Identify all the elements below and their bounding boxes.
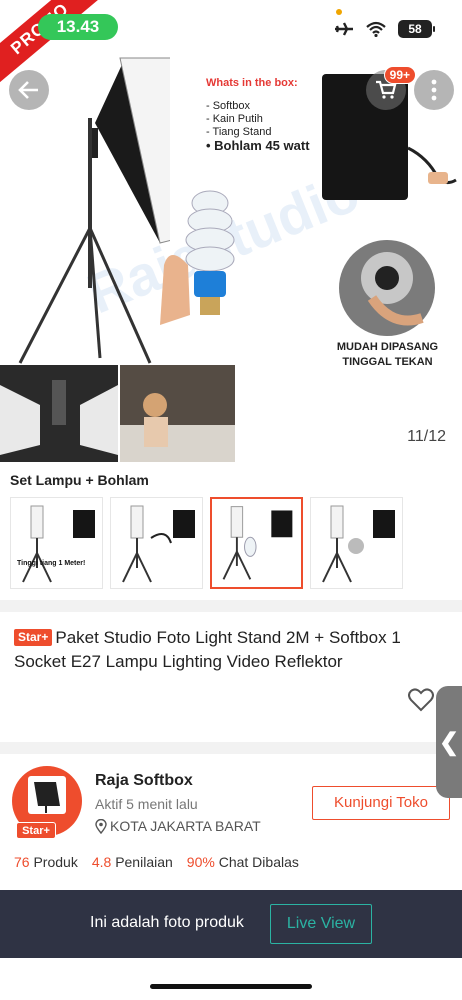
status-icons: 58	[334, 20, 435, 38]
shop-logo-softbox-icon	[28, 776, 66, 814]
stat-value: 76	[14, 854, 30, 870]
variant-thumbnail[interactable]: Tinggi tiang 1 Meter!	[10, 497, 103, 589]
live-view-button[interactable]: Live View	[270, 904, 372, 944]
live-view-bar: Ini adalah foto produk Live View	[0, 890, 462, 958]
arrow-left-icon	[18, 81, 38, 99]
variant-thumbnail[interactable]	[110, 497, 203, 589]
photographer-photo	[120, 365, 235, 462]
section-divider	[0, 600, 462, 612]
box-item: - Softbox	[206, 100, 251, 112]
stat-label: Produk	[33, 854, 78, 870]
status-indicator-dot	[336, 9, 342, 15]
location-pin-icon	[95, 818, 107, 834]
box-contents-list: - Softbox - Kain Putih - Tiang Stand • B…	[206, 100, 310, 152]
studio-photo	[0, 365, 118, 462]
live-view-caption: Ini adalah foto produk	[90, 914, 244, 931]
socket-photo	[339, 240, 435, 336]
box-item: - Kain Putih	[206, 113, 263, 125]
product-page: Rajastudio Whats in the box: - Softbox -…	[0, 0, 462, 1000]
install-caption: MUDAH DIPASANG TINGGAL TEKAN	[336, 341, 439, 368]
box-item-bulb: • Bohlam 45 watt	[206, 138, 310, 153]
cart-button[interactable]: 99+	[366, 66, 416, 110]
variant-thumbnail-caption: Tinggi tiang 1 Meter!	[17, 560, 86, 567]
stat-value: 4.8	[91, 854, 112, 870]
shop-active-status: Aktif 5 menit lalu	[95, 796, 198, 812]
product-title: Paket Studio Foto Light Stand 2M + Softb…	[14, 628, 401, 671]
spiral-bulb-image	[160, 190, 235, 325]
variant-thumbnail[interactable]	[310, 497, 403, 589]
section-divider	[0, 742, 462, 754]
more-vertical-icon	[431, 79, 437, 101]
shop-star-plus-badge: Star+	[16, 822, 56, 839]
battery-icon: 58	[398, 20, 435, 38]
home-indicator[interactable]	[150, 984, 312, 989]
stat-rating: 4.8 Penilaian	[92, 854, 173, 870]
status-bar: 13.43 58	[0, 0, 462, 56]
product-title-block: Star+ Paket Studio Foto Light Stand 2M + …	[14, 626, 444, 674]
box-contents-title: Whats in the box:	[206, 77, 298, 89]
status-time: 13.43	[38, 14, 118, 40]
variant-thumbnails: Tinggi tiang 1 Meter!	[10, 497, 403, 589]
shop-stats: 76 Produk 4.8 Penilaian 90% Chat Dibalas	[14, 854, 299, 870]
shop-location: KOTA JAKARTA BARAT	[95, 818, 261, 834]
chevron-left-icon: ❮	[438, 728, 460, 756]
stat-products: 76 Produk	[14, 854, 78, 870]
more-options-button[interactable]	[414, 70, 454, 110]
wifi-icon	[366, 21, 386, 37]
back-button[interactable]	[9, 70, 49, 110]
visit-shop-button[interactable]: Kunjungi Toko	[312, 786, 450, 820]
star-plus-badge: Star+	[14, 629, 53, 646]
variant-title: Set Lampu + Bohlam	[10, 472, 149, 488]
airplane-icon	[335, 22, 353, 36]
side-drawer-tab[interactable]: ❮	[436, 686, 462, 798]
shop-name[interactable]: Raja Softbox	[95, 772, 193, 790]
stat-label: Penilaian	[115, 854, 173, 870]
heart-icon[interactable]	[408, 688, 434, 712]
image-page-counter: 11/12	[407, 428, 446, 445]
variant-thumbnail-selected[interactable]	[210, 497, 303, 589]
shop-location-text: KOTA JAKARTA BARAT	[110, 818, 261, 834]
cart-count-badge: 99+	[383, 66, 416, 84]
stat-chat-reply: 90% Chat Dibalas	[187, 854, 299, 870]
stat-label: Chat Dibalas	[218, 854, 299, 870]
stat-value: 90%	[186, 854, 215, 870]
